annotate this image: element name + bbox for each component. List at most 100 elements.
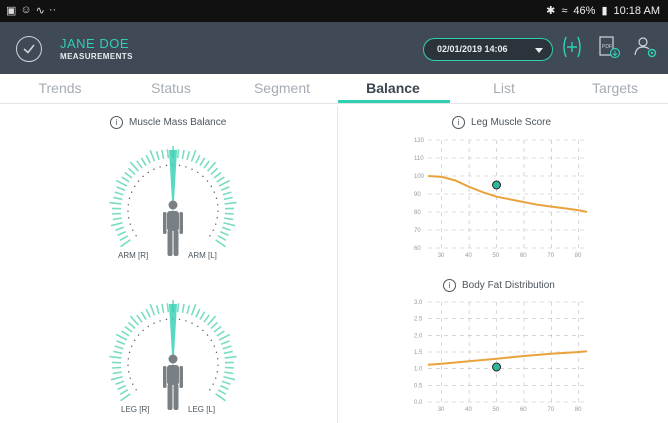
gauge-dot <box>137 334 140 336</box>
gauge-dot <box>216 217 219 219</box>
info-icon[interactable]: i <box>110 116 123 129</box>
gauge-tick <box>114 191 124 196</box>
gauge-tick <box>176 149 180 159</box>
gauge-dot <box>130 345 133 347</box>
y-tick-label: 0.5 <box>414 383 423 389</box>
more-icon: ·· <box>48 4 57 16</box>
gauge-tick <box>115 226 125 231</box>
gauge-tick <box>218 179 231 187</box>
y-tick-label: 120 <box>414 138 425 144</box>
y-tick-label: 70 <box>414 228 421 234</box>
clock-time: 10:18 AM <box>613 4 660 17</box>
gauge-tick <box>223 350 233 355</box>
gauge-dot <box>127 371 130 373</box>
face-icon: ☺ <box>20 4 32 16</box>
gauge-tick <box>206 161 217 172</box>
torso-shape <box>167 211 179 231</box>
gauge-tick <box>203 314 210 323</box>
gauge-tick <box>127 321 136 330</box>
body-silhouette-icon <box>163 200 183 256</box>
gauge-dot <box>127 210 129 213</box>
leg-muscle-score-label: Leg Muscle Score <box>471 117 552 128</box>
gauge-dot <box>191 168 193 170</box>
info-icon[interactable]: i <box>452 116 465 129</box>
tab-segment[interactable]: Segment <box>227 80 337 96</box>
y-tick-label: 1.5 <box>414 350 423 356</box>
tab-balance[interactable]: Balance <box>338 80 448 96</box>
gauge-tick <box>121 330 130 337</box>
tab-list[interactable]: List <box>449 80 559 96</box>
user-gear-icon <box>634 37 657 58</box>
gauge-tick <box>213 325 222 333</box>
arm-left-shape <box>179 366 183 388</box>
gauge-tick <box>210 167 219 176</box>
user-settings-button[interactable] <box>633 34 659 65</box>
gauge-tick <box>120 393 131 402</box>
gauge-tick <box>136 160 143 169</box>
gauge-tick <box>181 149 185 160</box>
gauge-dot <box>210 185 213 188</box>
gauge-dot <box>132 383 134 385</box>
gauge-tick <box>110 221 123 227</box>
gauge-tick <box>215 393 226 402</box>
gauge-tick <box>112 371 122 375</box>
chevron-down-icon <box>535 48 543 53</box>
x-tick-label: 70 <box>547 407 554 413</box>
date-selector[interactable]: 02/01/2019 14:06 <box>423 38 553 61</box>
x-tick-label: 30 <box>438 407 445 413</box>
gauge-dot <box>209 389 211 391</box>
gauge-dot <box>191 322 193 324</box>
header-subtitle: MEASUREMENTS <box>60 52 133 61</box>
gauge-tick <box>218 333 231 341</box>
gauge-dot <box>213 191 216 193</box>
gauge-tick <box>166 149 170 159</box>
gauge-tick <box>217 235 227 242</box>
export-pdf-button[interactable]: PDF <box>597 34 621 65</box>
gauge-tick <box>223 196 233 201</box>
leg-left-label: LEG [L] <box>188 405 216 414</box>
gauge-tick <box>121 176 130 183</box>
torso-shape <box>167 365 179 385</box>
gauge-tick <box>186 305 191 315</box>
gauge-tick <box>140 311 147 320</box>
gauge-dot <box>153 322 155 324</box>
tab-status[interactable]: Status <box>116 80 226 96</box>
gauge-tick <box>117 230 127 237</box>
gauge-tick <box>115 380 125 385</box>
panel-divider <box>337 106 338 423</box>
add-measurement-button[interactable] <box>560 34 584 65</box>
gauge-tick <box>149 149 156 162</box>
tab-targets[interactable]: Targets <box>560 80 668 96</box>
gauge-tick <box>145 308 151 318</box>
x-tick-label: 50 <box>493 407 500 413</box>
gauge-dot <box>215 377 217 379</box>
wifi-off-icon: ∿ <box>35 5 45 17</box>
gauge-dot <box>135 235 137 237</box>
done-button[interactable] <box>16 36 42 62</box>
gauge-dot <box>128 351 131 354</box>
active-tab-indicator <box>338 100 450 103</box>
gauge-dot <box>132 229 134 231</box>
gauge-dot <box>129 223 131 225</box>
gauge-dot <box>185 320 187 322</box>
user-name: JANE DOE <box>60 36 130 51</box>
x-tick-label: 60 <box>520 407 527 413</box>
arm-balance-gauge-graphic <box>109 146 237 256</box>
gauge-dot <box>142 329 144 332</box>
tab-trends[interactable]: Trends <box>5 80 115 96</box>
gauge-dot <box>165 318 168 321</box>
gauge-dot <box>133 185 136 188</box>
info-icon[interactable]: i <box>443 279 456 292</box>
leg-right-shape <box>167 230 173 256</box>
tab-bar: Trends Status Segment Balance List Targe… <box>0 74 668 104</box>
y-tick-label: 90 <box>414 192 421 198</box>
battery-percent: 46% <box>573 4 596 17</box>
arm-right-label: ARM [R] <box>118 251 149 260</box>
leg-muscle-score-title: i Leg Muscle Score <box>452 116 551 129</box>
gauge-dot <box>185 166 187 168</box>
wifi-icon: ≈ <box>561 4 568 17</box>
gauge-tick <box>145 154 151 164</box>
y-tick-label: 80 <box>414 210 421 216</box>
x-tick-label: 60 <box>520 253 527 259</box>
gauge-dot <box>215 197 218 200</box>
